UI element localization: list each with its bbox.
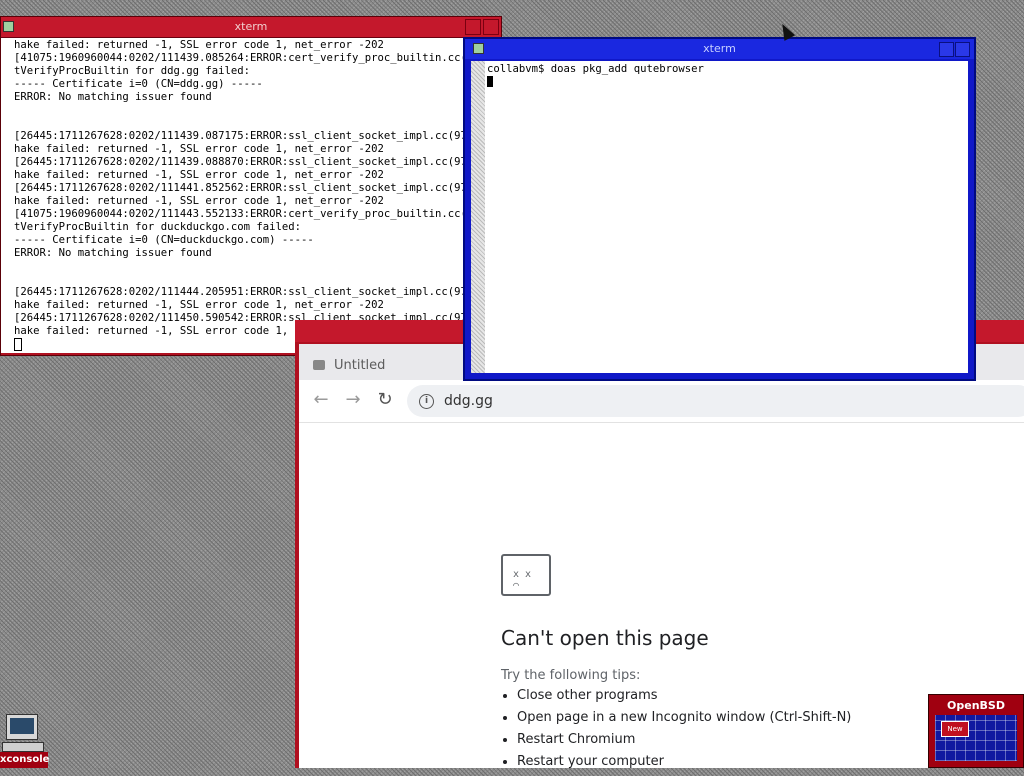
- back-arrow-icon[interactable]: ←: [311, 390, 331, 410]
- openbsd-pager[interactable]: OpenBSD New: [928, 694, 1024, 768]
- tab-untitled[interactable]: Untitled: [313, 350, 385, 380]
- iconify-button[interactable]: [465, 19, 481, 35]
- terminal-line: [26445:1711267628:0202/111439.087175:ERR…: [14, 130, 463, 142]
- xterm-left-terminal[interactable]: hake failed: returned -1, SSL error code…: [11, 38, 463, 353]
- reload-icon[interactable]: ↻: [375, 390, 395, 410]
- text-cursor: [487, 76, 493, 87]
- terminal-line: [41075:1960960044:0202/111443.552133:ERR…: [14, 208, 463, 220]
- terminal-line: ----- Certificate i=0 (CN=ddg.gg) -----: [14, 78, 263, 90]
- list-item: Restart Chromium: [517, 732, 851, 748]
- maximize-button[interactable]: [483, 19, 499, 35]
- chromium-window[interactable]: Untitled ← → ↻ i ddg.gg x x ⌒ Can't open…: [295, 320, 1024, 769]
- pager-map[interactable]: New: [935, 715, 1017, 761]
- terminal-output: hake failed: returned -1, SSL error code…: [11, 38, 463, 353]
- xterm-left-titlebar[interactable]: xterm: [1, 17, 501, 38]
- monitor-icon: [6, 714, 38, 740]
- pager-title: OpenBSD: [947, 699, 1005, 712]
- tips-list: Close other programs Open page in a new …: [501, 688, 851, 770]
- terminal-line: ERROR: No matching issuer found: [14, 91, 212, 103]
- error-heading: Can't open this page: [501, 626, 709, 650]
- url-text[interactable]: ddg.gg: [444, 393, 493, 409]
- terminal-line: hake failed: returned -1, SSL error code…: [14, 195, 384, 207]
- address-bar[interactable]: i ddg.gg: [407, 385, 1024, 417]
- xterm-right-title: xterm: [703, 42, 736, 55]
- error-page: x x ⌒ Can't open this page Try the follo…: [501, 554, 851, 776]
- tab-title: Untitled: [334, 357, 386, 373]
- list-item: Close other programs: [517, 688, 851, 704]
- terminal-line: hake failed: returned -1, SSL error code…: [14, 39, 384, 51]
- xterm-window-right[interactable]: xterm collabvm$ doas pkg_add qutebrowser: [463, 37, 976, 381]
- info-icon[interactable]: i: [419, 393, 434, 409]
- sad-folder-icon: x x ⌒: [501, 554, 551, 596]
- terminal-line: [26445:1711267628:0202/111439.088870:ERR…: [14, 156, 463, 168]
- pager-window[interactable]: New: [941, 721, 969, 737]
- maximize-button[interactable]: [955, 42, 970, 57]
- text-cursor: [14, 338, 22, 351]
- window-menu-icon[interactable]: [473, 43, 484, 54]
- terminal-line: ----- Certificate i=0 (CN=duckduckgo.com…: [14, 234, 314, 246]
- command-line: collabvm$ doas pkg_add qutebrowser: [487, 63, 704, 75]
- keyboard-icon: [2, 742, 44, 752]
- terminal-line: tVerifyProcBuiltin for duckduckgo.com fa…: [14, 221, 302, 233]
- terminal-line: [41075:1960960044:0202/111439.085264:ERR…: [14, 52, 463, 64]
- xterm-right-terminal[interactable]: collabvm$ doas pkg_add qutebrowser: [485, 61, 968, 373]
- terminal-line: [26445:1711267628:0202/111444.205951:ERR…: [14, 286, 463, 298]
- xterm-right-titlebar[interactable]: xterm: [465, 39, 974, 59]
- tips-label: Try the following tips:: [501, 668, 641, 683]
- terminal-line: ERROR: No matching issuer found: [14, 247, 212, 259]
- window-menu-icon[interactable]: [3, 21, 14, 32]
- xterm-left-title: xterm: [234, 20, 268, 33]
- terminal-line: tVerifyProcBuiltin for ddg.gg failed:: [14, 65, 250, 77]
- xconsole-label: xconsole: [0, 752, 49, 768]
- terminal-line: [26445:1711267628:0202/111441.852562:ERR…: [14, 182, 463, 194]
- iconify-button[interactable]: [939, 42, 954, 57]
- terminal-line: hake failed: returned -1, SSL error code…: [14, 169, 384, 181]
- xterm-window-left[interactable]: xterm hake failed: returned -1, SSL erro…: [0, 16, 502, 356]
- xconsole-icon[interactable]: xconsole: [0, 712, 49, 768]
- forward-arrow-icon[interactable]: →: [343, 390, 363, 410]
- list-item: Open page in a new Incognito window (Ctr…: [517, 710, 851, 726]
- xterm-right-scrollbar[interactable]: [471, 61, 485, 373]
- folder-icon: [313, 360, 325, 370]
- terminal-line: hake failed: returned -1, SSL error code…: [14, 143, 384, 155]
- terminal-line: hake failed: returned -1, SSL error code…: [14, 299, 384, 311]
- browser-toolbar: ← → ↻ i ddg.gg: [299, 380, 1024, 423]
